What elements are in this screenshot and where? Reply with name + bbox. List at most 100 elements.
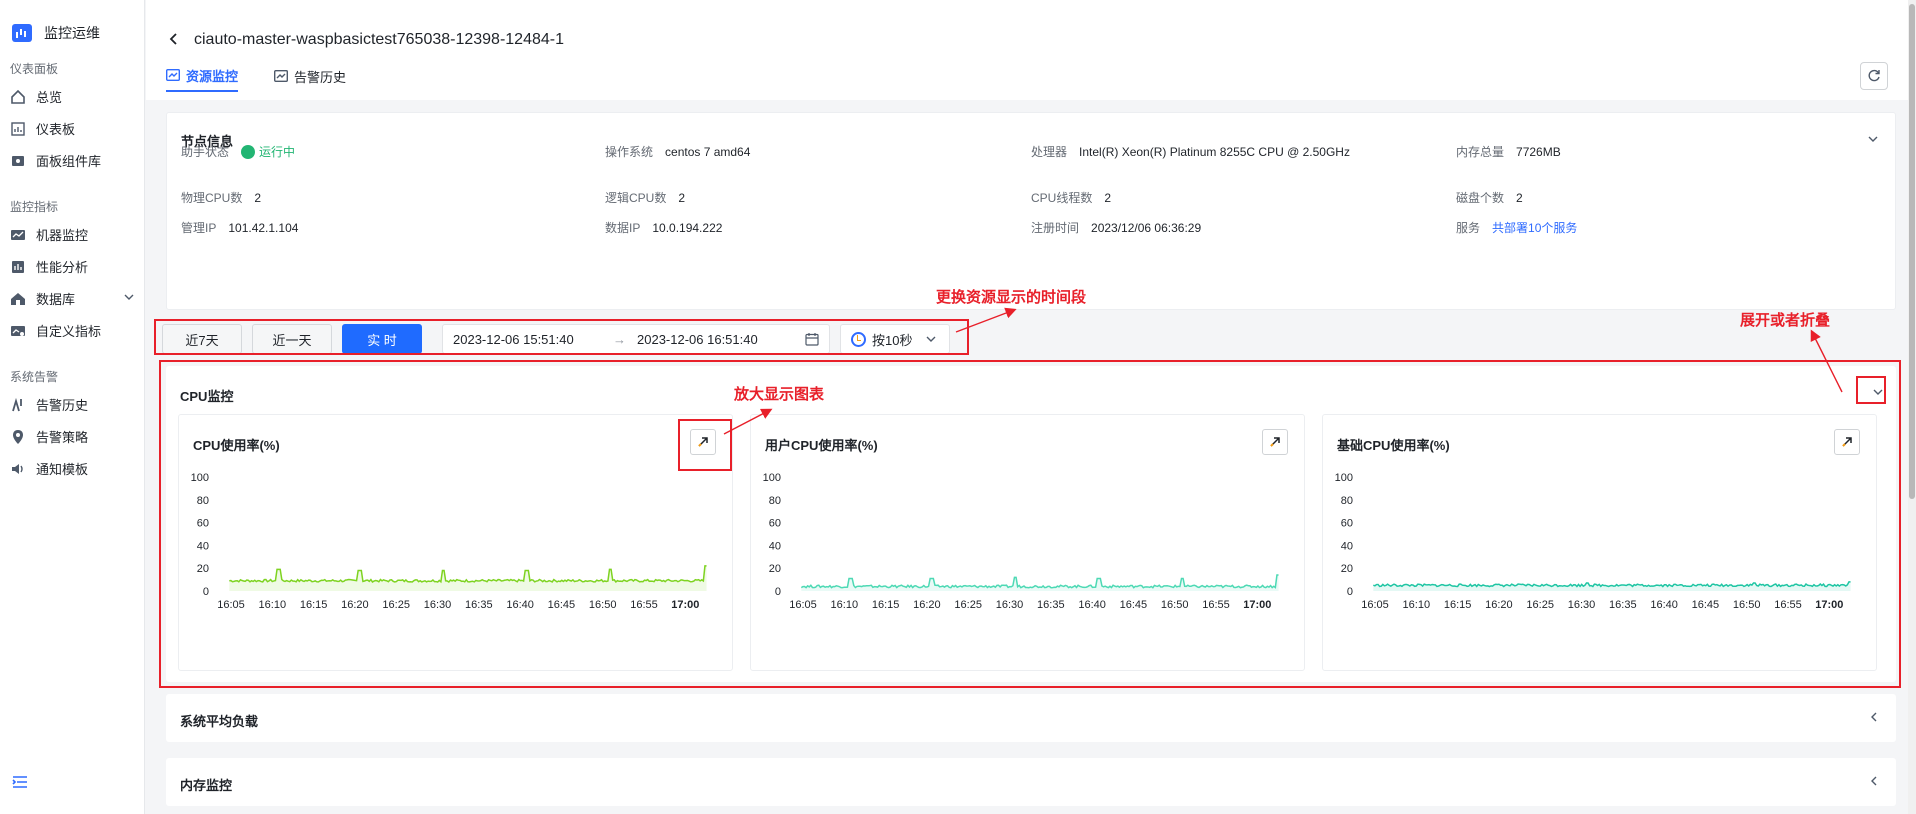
tab-label: 资源监控 [186,68,239,84]
database-icon [10,291,26,305]
info-agent-status: 助手状态 运行中 [181,143,296,160]
interval-select[interactable]: 按10秒 [840,324,950,354]
x-tick-label: 16:15 [1444,599,1472,611]
sidebar-item-overview[interactable]: 总览 [10,84,135,108]
x-tick-label: 16:30 [996,599,1024,611]
main-area: ciauto-master-waspbasictest765038-12398-… [146,0,1908,814]
memory-monitor-panel[interactable]: 内存监控 [166,758,1896,806]
date-range-picker[interactable]: 2023-12-06 15:51:40 → 2023-12-06 16:51:4… [442,324,830,354]
node-info-panel: 节点信息 助手状态 运行中 操作系统 centos 7 amd64 处理器 In… [166,112,1896,310]
expand-chart-button[interactable] [1262,429,1288,455]
monitor-logo-icon [12,24,32,42]
status-badge: 运行中 [241,143,295,160]
info-disks: 磁盘个数 2 [1456,190,1523,206]
info-cpu: 处理器 Intel(R) Xeon(R) Platinum 8255C CPU … [1031,144,1350,160]
x-tick-label: 16:55 [1202,599,1230,611]
annotation-collapse: 展开或者折叠 [1740,312,1831,329]
alert-history-icon [10,397,26,412]
realtime-button[interactable]: 实 时 [342,324,422,354]
chart-title: 用户CPU使用率(%) [765,438,878,453]
scroll-thumb[interactable] [1909,4,1915,499]
calendar-icon[interactable] [805,332,819,346]
expand-chart-button[interactable] [690,429,716,455]
sidebar-item-dashboard[interactable]: 仪表板 [10,116,135,140]
x-tick-label: 16:05 [1361,599,1389,611]
x-tick-label: 16:20 [1485,599,1513,611]
services-link[interactable]: 共部署10个服务 [1492,219,1577,236]
annotation-time-range: 更换资源显示的时间段 [936,289,1087,306]
x-tick-label: 16:55 [630,599,658,611]
notify-template-icon [10,461,26,475]
x-tick-label: 16:45 [548,599,576,611]
y-tick-label: 60 [769,518,781,530]
expand-arrow-icon [1270,437,1280,447]
tab-resource-monitor[interactable]: 资源监控 [166,66,239,92]
chart-line-icon [274,70,289,82]
page-header: ciauto-master-waspbasictest765038-12398-… [146,0,1908,100]
chevron-left-icon[interactable] [1868,711,1880,723]
panel-title: 系统平均负载 [180,714,259,729]
chevron-down-icon[interactable] [1872,386,1884,398]
tab-label: 告警历史 [294,69,347,85]
info-register-time: 注册时间 2023/12/06 06:36:29 [1031,220,1202,236]
range-start[interactable]: 2023-12-06 15:51:40 [453,332,574,347]
x-tick-label: 16:50 [1161,599,1189,611]
sidebar-item-label: 面板组件库 [36,153,102,169]
tab-alert-history[interactable]: 告警历史 [274,66,346,92]
x-tick-label: 16:15 [300,599,328,611]
sidebar-item-performance[interactable]: 性能分析 [10,254,135,278]
chevron-left-icon[interactable] [1868,775,1880,787]
sidebar-item-widget-library[interactable]: 面板组件库 [10,148,135,172]
info-logical-cpu: 逻辑CPU数 2 [605,190,686,206]
custom-metric-icon [10,323,26,337]
y-tick-label: 40 [1341,540,1353,552]
chevron-down-icon[interactable] [1867,133,1879,145]
cpu-usage-line-chart: 100 80 60 40 20 0 16:05 16:10 16:15 16:20 16:25 16:… [191,472,707,611]
sidebar-item-alert-policy[interactable]: 告警策略 [10,424,135,448]
load-average-panel[interactable]: 系统平均负载 [166,694,1896,742]
chart-line-icon [166,69,180,81]
back-arrow-icon[interactable] [168,32,180,46]
interval-value: 按10秒 [872,332,913,348]
sidebar-item-label: 仪表板 [36,121,76,137]
info-mgmt-ip: 管理IP 101.42.1.104 [181,220,299,236]
sidebar-item-label: 数据库 [36,291,76,307]
sidebar-item-label: 机器监控 [36,227,89,243]
y-tick-label: 0 [203,586,209,598]
page-scrollbar[interactable] [1908,0,1916,814]
sidebar-item-notify-template[interactable]: 通知模板 [10,456,135,480]
sidebar-item-machine-monitor[interactable]: 机器监控 [10,222,135,246]
x-tick-label: 16:05 [217,599,245,611]
refresh-icon [1868,69,1880,82]
y-tick-label: 100 [763,472,781,484]
refresh-button[interactable] [1860,62,1888,90]
running-status-icon [241,144,256,159]
x-tick-label: 16:55 [1774,599,1802,611]
sidebar-item-custom-metric[interactable]: 自定义指标 [10,318,135,342]
dashboard-icon [10,121,26,136]
y-tick-label: 80 [769,495,781,507]
performance-icon [10,259,26,273]
x-tick-label: 16:40 [1078,599,1106,611]
chart-title: 基础CPU使用率(%) [1337,438,1450,453]
chevron-down-icon[interactable] [123,291,135,303]
sidebar-item-database[interactable]: 数据库 [10,286,135,310]
sidebar-item-alert-history[interactable]: 告警历史 [10,392,135,416]
x-tick-label: 17:00 [1243,599,1271,611]
sidebar-item-label: 性能分析 [36,259,89,275]
x-tick-label: 16:15 [872,599,900,611]
menu-collapse-icon[interactable] [12,775,28,789]
x-tick-label: 16:35 [1037,599,1065,611]
alert-policy-icon [10,429,26,444]
brand[interactable]: 监控运维 [12,22,100,44]
range-end[interactable]: 2023-12-06 16:51:40 [637,332,758,347]
range-7d-button[interactable]: 近7天 [162,324,242,354]
range-1d-button[interactable]: 近一天 [252,324,332,354]
tab-bar: 资源监控 告警历史 [166,66,346,92]
expand-chart-button[interactable] [1834,429,1860,455]
series-line [229,565,707,584]
group-title-dashboard: 仪表面板 [10,62,59,76]
expand-arrow-icon [698,437,708,447]
x-tick-label: 16:35 [1609,599,1637,611]
x-tick-label: 16:20 [913,599,941,611]
